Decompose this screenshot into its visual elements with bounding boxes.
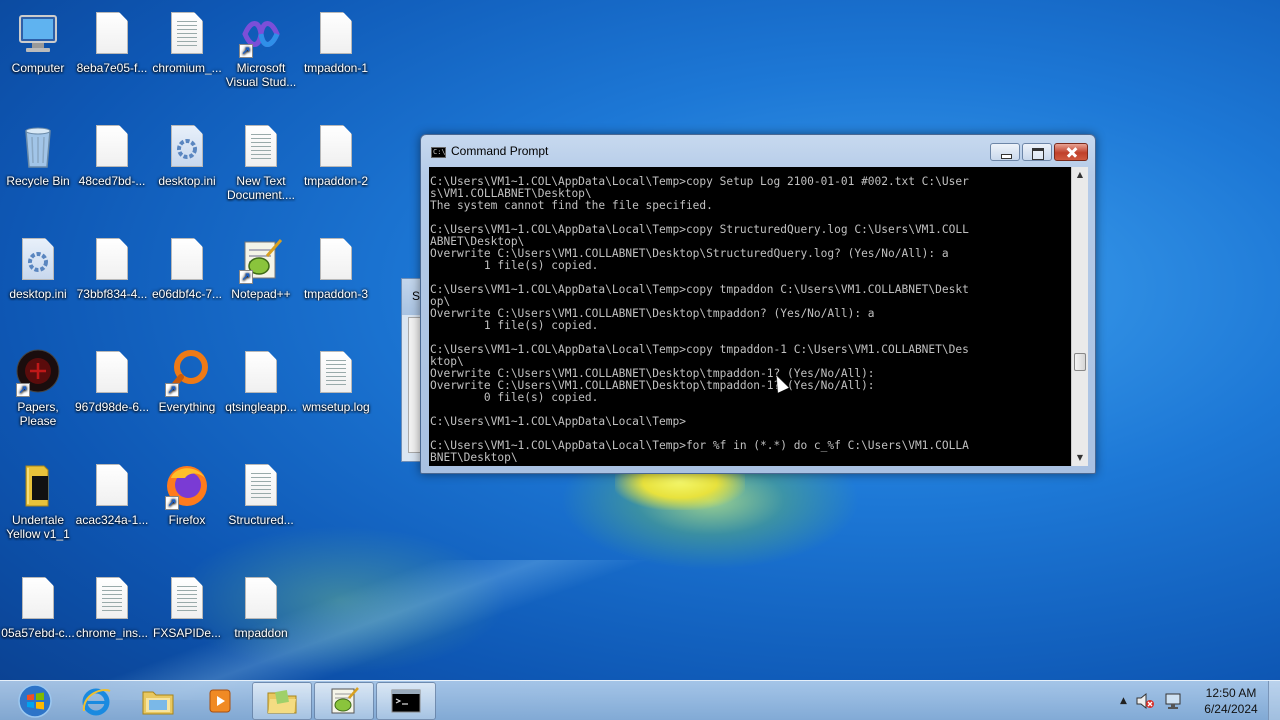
folder-icon [267, 690, 297, 714]
volume-muted-icon[interactable] [1135, 692, 1155, 710]
text-file-icon [312, 349, 360, 397]
text-file-icon [88, 575, 136, 623]
desktop-icon-folder[interactable]: Undertale Yellow v1_1 [0, 462, 76, 541]
desktop-icon-text-file[interactable]: wmsetup.log [298, 349, 374, 414]
file-icon [88, 10, 136, 58]
shortcut-arrow-icon: ↗ [165, 496, 179, 510]
taskbar-internet-explorer[interactable] [66, 682, 126, 720]
wallpaper-flower [615, 470, 745, 510]
internet-explorer-icon [82, 688, 111, 716]
desktop-icon-recycle-bin[interactable]: Recycle Bin [0, 123, 76, 188]
computer-icon [14, 10, 62, 58]
desktop-icon-everything[interactable]: ↗ Everything [149, 349, 225, 414]
desktop-icon-text-file[interactable]: FXSAPIDe... [149, 575, 225, 640]
everything-search-icon: ↗ [163, 349, 211, 397]
text-file-icon [237, 462, 285, 510]
desktop-icon-text-file[interactable]: New Text Document.... [223, 123, 299, 202]
recycle-bin-icon [14, 123, 62, 171]
notepadpp-icon: ↗ [237, 236, 285, 284]
show-hidden-icons-icon[interactable]: ▲ [1120, 696, 1127, 706]
desktop-icon-settings-file[interactable]: desktop.ini [149, 123, 225, 188]
console-output[interactable]: C:\Users\VM1~1.COL\AppData\Local\Temp>co… [429, 167, 1071, 466]
text-file-icon [163, 575, 211, 623]
taskbar-folder[interactable] [252, 682, 312, 720]
file-icon [88, 123, 136, 171]
start-button[interactable] [16, 683, 54, 719]
desktop-icon-file[interactable]: acac324a-1... [74, 462, 150, 527]
desktop-icon-text-file[interactable]: chrome_ins... [74, 575, 150, 640]
settings-file-icon [14, 236, 62, 284]
desktop-icon-file[interactable]: 48ced7bd-... [74, 123, 150, 188]
desktop-icon-notepadpp[interactable]: ↗ Notepad++ [223, 236, 299, 301]
desktop-icon-file[interactable]: chromium_... [149, 10, 225, 75]
file-icon [237, 575, 285, 623]
command-prompt-window[interactable]: C:\ Command Prompt C:\Users\VM1~1.COL\Ap… [420, 134, 1096, 474]
file-icon [312, 123, 360, 171]
notepadpp-icon [331, 687, 359, 714]
folder-icon [14, 462, 62, 510]
firefox-icon: ↗ [163, 462, 211, 510]
taskbar-file-explorer[interactable] [128, 682, 188, 720]
desktop-icon-visual-studio[interactable]: ↗ Microsoft Visual Stud... [223, 10, 299, 89]
window-title: Command Prompt [451, 144, 549, 158]
file-icon [88, 462, 136, 510]
media-player-icon [209, 689, 231, 713]
command-prompt-icon [391, 689, 421, 713]
file-icon [163, 10, 211, 58]
text-file-icon [237, 123, 285, 171]
shortcut-arrow-icon: ↗ [239, 44, 253, 58]
desktop-icon-file[interactable]: tmpaddon-3 [298, 236, 374, 301]
file-icon [88, 349, 136, 397]
taskbar-media-player[interactable] [190, 682, 250, 720]
shortcut-arrow-icon: ↗ [165, 383, 179, 397]
scrollbar-thumb[interactable] [1074, 353, 1086, 371]
file-icon [312, 236, 360, 284]
desktop-icon-file[interactable]: tmpaddon [223, 575, 299, 640]
file-icon [14, 575, 62, 623]
console-text: C:\Users\VM1~1.COL\AppData\Local\Temp>co… [430, 175, 969, 464]
desktop-icon-settings-file[interactable]: desktop.ini [0, 236, 76, 301]
shortcut-arrow-icon: ↗ [239, 270, 253, 284]
desktop-icon-file[interactable]: 05a57ebd-c... [0, 575, 76, 640]
settings-file-icon [163, 123, 211, 171]
scroll-up-arrow-icon[interactable]: ▲ [1072, 167, 1088, 183]
taskbar: ▲ 12:50 AM 6/24/2024 [0, 680, 1280, 720]
maximize-button[interactable] [1022, 143, 1052, 161]
taskbar-notepadpp[interactable] [314, 682, 374, 720]
desktop-icon-file[interactable]: tmpaddon-1 [298, 10, 374, 75]
shortcut-arrow-icon: ↗ [16, 383, 30, 397]
scroll-down-arrow-icon[interactable]: ▼ [1072, 450, 1088, 466]
visual-studio-icon: ↗ [237, 10, 285, 58]
command-prompt-icon: C:\ [431, 147, 446, 158]
clock[interactable]: 12:50 AM 6/24/2024 [1196, 685, 1266, 717]
clock-date: 6/24/2024 [1204, 702, 1258, 716]
file-icon [312, 10, 360, 58]
desktop-icon-computer[interactable]: Computer [0, 10, 76, 75]
vertical-scrollbar[interactable]: ▲ ▼ [1071, 167, 1088, 466]
desktop-icon-file[interactable]: 967d98de-6... [74, 349, 150, 414]
desktop-icon-file[interactable]: 8eba7e05-f... [74, 10, 150, 75]
desktop-icon-firefox[interactable]: ↗ Firefox [149, 462, 225, 527]
desktop-icon-papers-please[interactable]: ↗ Papers, Please [0, 349, 76, 428]
desktop-icon-file[interactable]: 73bbf834-4... [74, 236, 150, 301]
desktop-icon-file[interactable]: tmpaddon-2 [298, 123, 374, 188]
taskbar-command-prompt[interactable] [376, 682, 436, 720]
file-explorer-icon [142, 691, 174, 715]
file-icon [237, 349, 285, 397]
desktop-icon-text-file[interactable]: Structured... [223, 462, 299, 527]
system-tray: ▲ [1120, 689, 1183, 713]
show-desktop-button[interactable] [1268, 681, 1280, 720]
desktop-icon-file[interactable]: qtsingleapp... [223, 349, 299, 414]
minimize-button[interactable] [990, 143, 1020, 161]
file-icon [163, 236, 211, 284]
network-icon[interactable] [1163, 692, 1183, 710]
clock-time: 12:50 AM [1205, 686, 1257, 700]
desktop-icon-file[interactable]: e06dbf4c-7... [149, 236, 225, 301]
close-button[interactable] [1054, 143, 1088, 161]
file-icon [88, 236, 136, 284]
papers-please-icon: ↗ [14, 349, 62, 397]
